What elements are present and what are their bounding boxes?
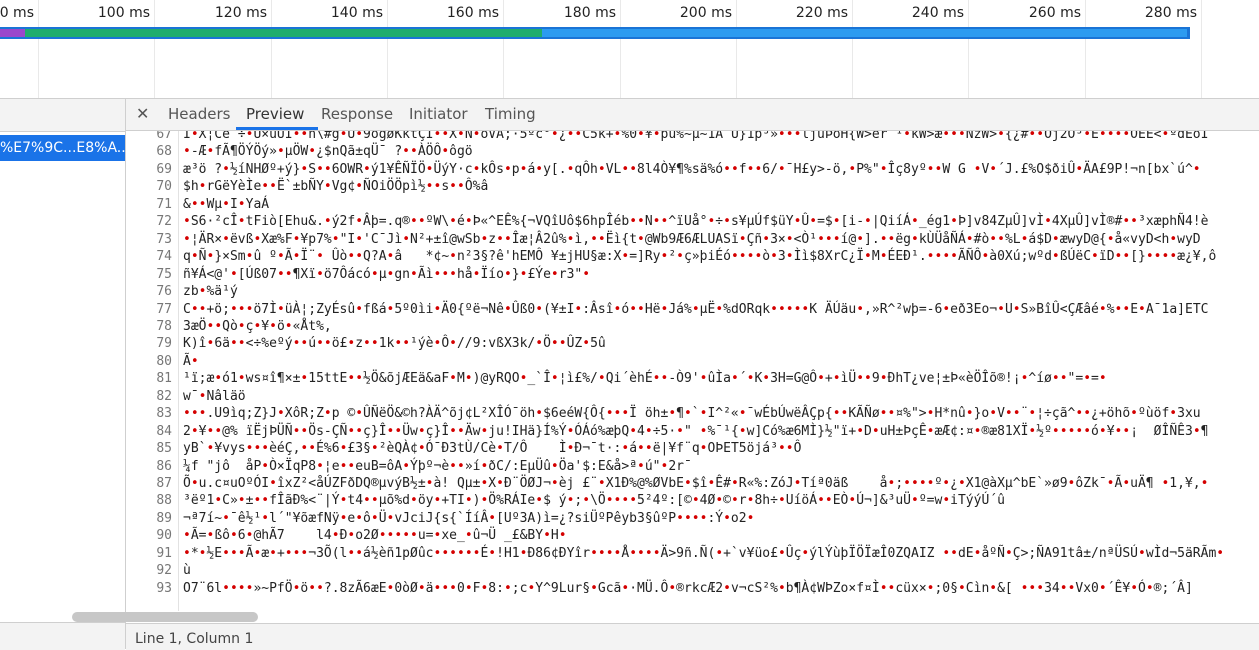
line-number: 69 [156,162,172,177]
line-number: 71 [156,197,172,212]
line-number: 74 [156,249,172,264]
tick-label: 120 ms [214,5,267,21]
code-line: ù [183,563,191,578]
tab-timing[interactable]: Timing [485,105,536,123]
code-line: O7¨6l••••»~PfÖ•ö••?.8zÃ6æE•0òØ•ä•••0•F•8… [183,581,1193,596]
line-number: 81 [156,371,172,386]
line-number: 76 [156,284,172,299]
line-number: 72 [156,214,172,229]
timeline-overview[interactable]: 80 ms 100 ms 120 ms 140 ms 160 ms 180 ms 200 m… [0,0,1259,99]
line-number: 86 [156,459,172,474]
active-tab-indicator [236,127,318,130]
line-number: 88 [156,493,172,508]
line-number: 77 [156,302,172,317]
line-number: 92 [156,563,172,578]
horizontal-scrollbar-thumb[interactable] [72,612,258,622]
code-line: •S6·²cÎ•tFiò[Ehu&.•ý2f•Âþ=.q®••ºW\•é•Þ«^… [183,214,1209,229]
line-number: 82 [156,389,172,404]
tick-line [503,0,504,99]
code-line: •¦ÄR×•ëvß•Xæ%F•¥p7%•"I•'C¯Jì•N²+±î@wSb•z… [183,232,1201,247]
tick-label: 240 ms [911,5,964,21]
code-line: •*•½E•••Ã•æ•+•••¬3Õ(l••á½èñ1pØûc••••••É•… [183,546,1225,561]
tick-label: 100 ms [97,5,150,21]
code-line: ¬ª7í~•¯ê½¹•l´"¥õæfNÿ•e•ô•Ü•vJciJ{s{`ÍíÂ•… [183,511,755,526]
tick-line [271,0,272,99]
timing-bar-stalled [0,29,25,37]
code-line: zb•%ä¹ý [183,284,238,299]
tab-response[interactable]: Response [321,105,393,123]
tick-line [968,0,969,99]
line-number: 93 [156,581,172,596]
code-line: yB`•¥vys•••èéÇ,••É%6•£3§•²èQÀ¢•Ó¯Ð3tÙ/Cè… [183,441,802,456]
code-line: ³ëº1•C»•±••fÎãÐ%<¨|Ý•t4••µõ%d•öy•+TI•)•Ö… [183,493,1005,508]
request-detail-pane: ✕ Headers Preview Response Initiator Tim… [126,99,1259,650]
line-number: 83 [156,406,172,421]
tick-label: 80 ms [0,5,34,21]
response-preview[interactable]: 67 68 69 70 71 72 73 74 75 76 77 78 79 80 81 82 83 84 85 86… [126,131,1259,611]
line-number: 84 [156,424,172,439]
code-line: q•Ñ•}×Sm•û º•Ã•Ï¨• Ûò••Q?A•â *¢~•n²3§?ê'… [183,249,1217,264]
line-number: 73 [156,232,172,247]
line-number: 67 [156,131,172,142]
code-line: Õ•u.c¤uOºÓI•îxZ²<åÚZFðDQ®µvýB½±•à! Qµ±•X… [183,476,1209,491]
tick-label: 260 ms [1028,5,1081,21]
code-line: ñ¥Á<@'•[Úß07••¶Xï•ö7Ôácó•µ•gn•Ãì•••hå•Ïí… [183,267,591,282]
line-number: 87 [156,476,172,491]
code-line: •-Æ•fÃ¶ÖÝÖý»•µÖW•¿$nQã±qÜ¯ ?••ÀÖÔ•ôgö [183,144,473,159]
line-number: 68 [156,144,172,159]
close-icon[interactable]: ✕ [136,104,149,123]
tick-line [1085,0,1086,99]
code-line: ¹ï;æ•ó1•ws¤î¶×±•15ttE••½Ö&õjÆEä&aF•M•)@y… [183,371,1107,386]
tick-label: 180 ms [563,5,616,21]
code-line: K)î•6ä••<÷%eºý••ú••ö£•z••1k••¹ýè•Ô•//9:v… [183,336,606,351]
cursor-position: Line 1, Column 1 [135,631,254,647]
tick-line [1201,0,1202,99]
tick-label: 220 ms [795,5,848,21]
tick-line [852,0,853,99]
tick-line [736,0,737,99]
tick-label: 160 ms [446,5,499,21]
line-number: 79 [156,336,172,351]
line-number: 75 [156,267,172,282]
request-list: %E7%9C...E8%A... [0,99,126,650]
line-number: 80 [156,354,172,369]
code-line: C••+ö;•••ö7Ì•üÀ¦;ZyÉsû•fßá•5º0ìi•Ä0{ºë¬N… [183,302,1209,317]
code-line: I•X¦Ce¨÷•U×ûUI••n\#g•U•9ogøKktÇI••X•N•oV… [183,131,1209,142]
tab-initiator[interactable]: Initiator [409,105,468,123]
code-line: •Ã=•ßô•6•@hÃ7 l4•Ð•o2Ø•••••u=•xe_•û¬Ü _£… [183,528,567,543]
line-number: 89 [156,511,172,526]
tick-line [387,0,388,99]
code-line: w¯•Nâläö [183,389,246,404]
tick-label: 140 ms [330,5,383,21]
tab-preview[interactable]: Preview [246,105,304,123]
line-number: 91 [156,546,172,561]
line-number-gutter: 67 68 69 70 71 72 73 74 75 76 77 78 79 80 81 82 83 84 85 86… [126,131,179,611]
request-list-header [0,99,125,132]
request-list-footer [0,622,125,650]
detail-tabbar: ✕ Headers Preview Response Initiator Tim… [126,99,1259,131]
line-number: 85 [156,441,172,456]
status-bar: Line 1, Column 1 [126,623,1259,650]
tick-line [38,0,39,99]
timing-bar-waiting [0,29,542,37]
request-list-item-selected[interactable]: %E7%9C...E8%A... [0,135,125,161]
code-line: ¼f "jô åP•Ò×ÏqP8•¦e••euB=ôA•Ýþº¬è••»í•ðC… [183,459,692,474]
tab-headers[interactable]: Headers [168,105,230,123]
code-line: &••Wµ•I•YaÁ [183,197,270,212]
code-line: Ã• [183,354,199,369]
line-number: 90 [156,528,172,543]
code-line: •••.U9ìq;Z}J•XôR;Z•p ©•ÛÑëÖ&©h?ÀÄ^õj¢L²X… [183,406,1201,421]
tick-line [620,0,621,99]
line-number: 78 [156,319,172,334]
line-number: 70 [156,179,172,194]
code-line: 3æÖ••Qò•ç•¥•ö•«Åt%, [183,319,332,334]
tick-label: 280 ms [1144,5,1197,21]
tick-label: 200 ms [679,5,732,21]
code-line: æ³ö ?•½íNHØº+ý}•S••6OWR•ý1¥ÊÑÏÖ•ÜýY·c•kÔ… [183,162,1201,177]
code-line: 2•¥••@% ïËjÞÜÑ••Ös-ÇÑ••ç}Î••Üw•ç}Î••Äw•j… [183,424,1209,439]
tick-line [154,0,155,99]
code-line: $h•rGëYèÌe••Ë`±bÑY•Vg¢•ÑOiÖÖpì½••s••Ô%â [183,179,489,194]
